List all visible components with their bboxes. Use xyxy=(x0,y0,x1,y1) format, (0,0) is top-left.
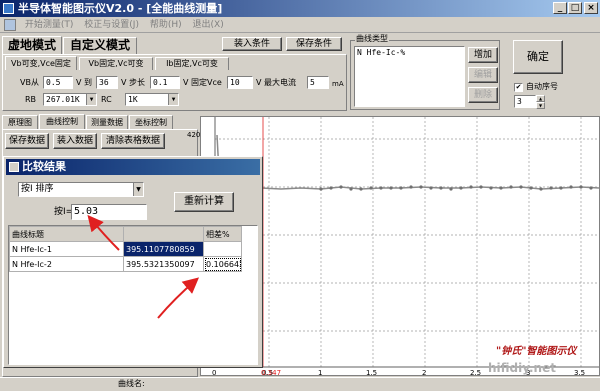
watermark: hifidiy.net xyxy=(488,361,556,375)
status-bar: 曲线名: hifidiy.net xyxy=(0,362,600,391)
curve-name-label: 曲线名: xyxy=(118,379,145,388)
annotation-arrows xyxy=(87,214,200,319)
annotation-arrow-diff xyxy=(157,277,200,319)
annotation-arrow-input xyxy=(87,214,120,251)
